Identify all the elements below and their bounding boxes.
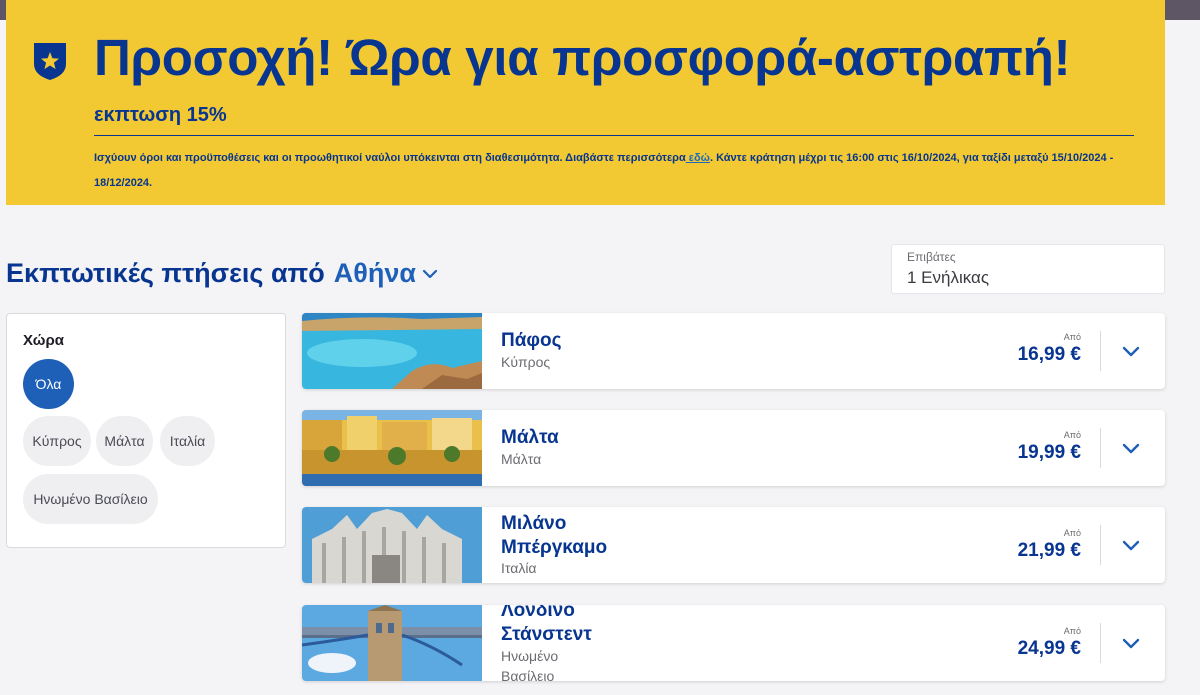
flight-card-milan-bergamo[interactable]: Μιλάνο Μπέργκαμο Ιταλία Από 21,99 € [302,507,1165,583]
passengers-value: 1 Ενήλικας [907,268,990,287]
passengers-label: Επιβάτες [907,250,956,264]
promo-banner: Προσοχή! Ώρα για προσφορά-αστραπή! εκπτω… [6,0,1165,205]
destination-name: Λονδίνο [501,605,575,621]
chip-united-kingdom[interactable]: Ηνωμένο Βασίλειο [23,474,158,524]
destination-name-line2: Μπέργκαμο [501,537,608,558]
divider [1100,525,1101,565]
price: 19,99 € [1017,442,1081,463]
chip-malta[interactable]: Μάλτα [96,416,153,466]
destination-country: Κύπρος [501,354,551,370]
price-from-label: Από [1063,528,1081,538]
chip-italy[interactable]: Ιταλία [160,416,215,466]
price-from-label: Από [1063,626,1081,636]
star-shield-icon [34,43,66,80]
chevron-down-icon[interactable] [1120,534,1142,556]
flight-card-malta[interactable]: Μάλτα Μάλτα Από 19,99 € [302,410,1165,486]
promo-divider [94,135,1134,136]
chevron-down-icon[interactable] [421,265,439,283]
page-title-text: Εκπτωτικές πτήσεις από [6,258,325,288]
price: 16,99 € [1017,344,1081,365]
terms-link[interactable]: εδώ [686,152,710,164]
price-from-label: Από [1063,430,1081,440]
flight-card-paphos[interactable]: Πάφος Κύπρος Από 16,99 € [302,313,1165,389]
chevron-down-icon[interactable] [1120,340,1142,362]
price-from-label: Από [1063,332,1081,342]
destination-name: Μιλάνο [501,513,567,534]
price: 21,99 € [1017,540,1081,561]
origin-city-selector[interactable]: Αθήνα [334,258,416,289]
destination-photo [302,605,482,681]
price: 24,99 € [1017,638,1081,659]
promo-terms: Ισχύουν όροι και προϋποθέσεις και οι προ… [94,146,1149,196]
divider [1100,428,1101,468]
chip-all[interactable]: Όλα [23,359,74,409]
destination-name: Μάλτα [501,427,559,448]
destination-country: Ηνωμένο [501,648,559,664]
destination-name-line2: Στάνστεντ [501,624,592,645]
divider [1100,331,1101,371]
chevron-down-icon[interactable] [1120,632,1142,654]
page-title: Εκπτωτικές πτήσεις από Αθήνα [6,258,439,289]
destination-country: Ιταλία [501,560,537,576]
flight-card-london-stansted[interactable]: Λονδίνο Στάνστεντ Ηνωμένο Βασίλειο Από 2… [302,605,1165,681]
destination-name: Πάφος [501,330,562,351]
promo-title: Προσοχή! Ώρα για προσφορά-αστραπή! [94,29,1071,86]
country-filter-title: Χώρα [23,332,64,349]
promo-subtitle: εκπτωση 15% [94,104,227,126]
chevron-down-icon[interactable] [1120,437,1142,459]
destination-photo [302,410,482,486]
destination-photo [302,507,482,583]
country-filter: Χώρα Όλα Κύπρος Μάλτα Ιταλία Ηνωμένο Βασ… [6,313,286,548]
passengers-selector[interactable]: Επιβάτες 1 Ενήλικας [891,244,1165,294]
chip-cyprus[interactable]: Κύπρος [23,416,91,466]
divider [1100,623,1101,663]
destination-country-line2: Βασίλειο [501,668,555,681]
destination-photo [302,313,482,389]
terms-text: Ισχύουν όροι και προϋποθέσεις και οι προ… [94,152,686,164]
destination-country: Μάλτα [501,451,542,467]
